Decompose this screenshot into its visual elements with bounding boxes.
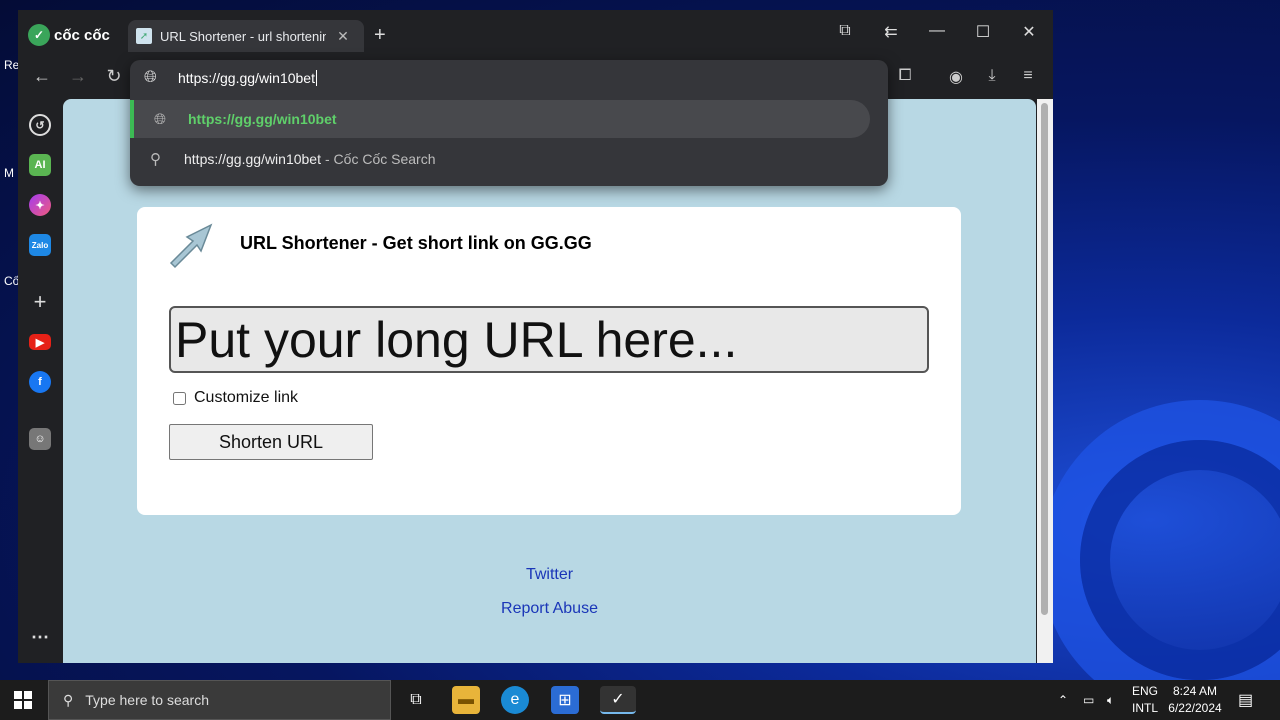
- report-abuse-link[interactable]: Report Abuse: [501, 600, 598, 617]
- arrow-logo-icon: [169, 223, 213, 269]
- suggestion-query: https://gg.gg/win10bet: [184, 151, 321, 167]
- more-icon[interactable]: ⋯: [29, 626, 51, 648]
- extensions-icon[interactable]: ⧠: [894, 67, 916, 85]
- language-code: ENG: [1131, 684, 1158, 698]
- volume-muted-icon[interactable]: 🔈︎: [1107, 680, 1114, 720]
- tab-title: URL Shortener - url shortening: [160, 28, 326, 44]
- keyboard-layout: INTL: [1131, 701, 1158, 715]
- history-icon[interactable]: ↺: [29, 114, 51, 136]
- scrollbar-thumb[interactable]: [1041, 103, 1048, 615]
- taskbar-search[interactable]: ⚲ Type here to search: [48, 680, 391, 720]
- clock[interactable]: 8:24 AM 6/22/2024: [1160, 683, 1230, 717]
- address-bar[interactable]: 🌐︎ https://gg.gg/win10bet: [130, 60, 888, 96]
- windows-logo-icon: [14, 691, 22, 699]
- show-hidden-icons[interactable]: ⌃: [1058, 680, 1068, 720]
- edge-icon[interactable]: e: [501, 686, 529, 714]
- taskbar-search-placeholder: Type here to search: [85, 692, 210, 708]
- taskbar: ⚲ Type here to search ⧉ ▬ e ⊞ ✓ ⌃ ▭ 🔈︎ E…: [0, 680, 1280, 720]
- omnibox-suggestion[interactable]: ⚲ https://gg.gg/win10bet - Cốc Cốc Searc…: [130, 140, 870, 178]
- language-indicator[interactable]: ENG INTL: [1128, 683, 1162, 717]
- suggestion-source: - Cốc Cốc Search: [325, 151, 436, 167]
- screen-capture-icon[interactable]: ⧉: [833, 22, 857, 40]
- clock-time: 8:24 AM: [1172, 684, 1218, 698]
- tab-search-icon[interactable]: ⇇: [879, 22, 903, 42]
- maximize-button[interactable]: ☐: [971, 22, 995, 42]
- ai-chat-icon[interactable]: AI: [29, 154, 51, 176]
- shortener-card: URL Shortener - Get short link on GG.GG …: [137, 207, 961, 515]
- store-icon[interactable]: ⊞: [551, 686, 579, 714]
- tab-active[interactable]: ➚ URL Shortener - url shortening ✕: [128, 20, 364, 52]
- tab-favicon-icon: ➚: [136, 28, 152, 44]
- profile-icon[interactable]: ◉: [945, 67, 967, 87]
- title-bar: ✓ cốc cốc ➚ URL Shortener - url shorteni…: [18, 10, 1053, 60]
- coccoc-logo-icon: ✓: [28, 24, 50, 46]
- globe-icon: 🌐︎: [154, 110, 167, 128]
- address-text[interactable]: https://gg.gg/win10bet: [178, 70, 317, 86]
- download-icon[interactable]: ⤓: [981, 67, 1003, 85]
- page-title: URL Shortener - Get short link on GG.GG: [240, 233, 592, 253]
- back-button[interactable]: ←: [30, 66, 54, 87]
- youtube-icon[interactable]: ▶: [29, 334, 51, 350]
- close-tab-icon[interactable]: ✕: [334, 28, 352, 45]
- search-icon: ⚲: [150, 151, 161, 168]
- clock-date: 6/22/2024: [1168, 701, 1222, 715]
- avatar-icon[interactable]: ☺: [29, 428, 51, 450]
- notification-icon[interactable]: ▤: [1238, 680, 1253, 720]
- add-icon[interactable]: +: [29, 289, 51, 314]
- suggestion-url: https://gg.gg/win10bet: [188, 111, 337, 127]
- windows-logo-icon: [14, 701, 22, 709]
- reload-button[interactable]: ↻: [102, 66, 126, 87]
- omnibox-dropdown: 🌐︎ https://gg.gg/win10bet 🌐︎ https://gg.…: [130, 60, 888, 186]
- browser-sidebar: ↺ AI ✦ Zalo + ▶ f ☺ ⋯: [18, 98, 62, 663]
- customize-link-label: Customize link: [194, 389, 299, 406]
- start-button[interactable]: [14, 691, 32, 709]
- page-scrollbar[interactable]: [1037, 99, 1053, 663]
- browser-window: ✓ cốc cốc ➚ URL Shortener - url shorteni…: [18, 10, 1053, 663]
- customize-link-checkbox[interactable]: [173, 391, 186, 405]
- twitter-link[interactable]: Twitter: [526, 566, 573, 583]
- globe-icon: 🌐︎: [144, 69, 157, 86]
- brand-name: cốc cốc: [54, 26, 110, 44]
- task-view-icon[interactable]: ⧉: [402, 686, 430, 714]
- browser-brand[interactable]: ✓ cốc cốc: [28, 24, 110, 46]
- file-explorer-icon[interactable]: ▬: [452, 686, 480, 714]
- omnibox-suggestion[interactable]: 🌐︎ https://gg.gg/win10bet: [130, 100, 870, 138]
- network-icon[interactable]: ▭: [1083, 680, 1094, 720]
- coccoc-taskbar-icon[interactable]: ✓: [600, 686, 636, 714]
- long-url-input[interactable]: [169, 306, 929, 373]
- windows-logo-icon: [24, 691, 32, 699]
- zalo-icon[interactable]: Zalo: [29, 234, 51, 256]
- messenger-icon[interactable]: ✦: [29, 194, 51, 216]
- forward-button[interactable]: →: [66, 66, 90, 87]
- minimize-button[interactable]: —: [925, 22, 949, 40]
- facebook-icon[interactable]: f: [29, 371, 51, 393]
- search-icon: ⚲: [63, 691, 74, 708]
- shorten-url-button[interactable]: Shorten URL: [169, 424, 373, 460]
- desktop-label: M: [4, 166, 14, 180]
- windows-logo-icon: [24, 701, 32, 709]
- close-window-button[interactable]: ✕: [1017, 22, 1041, 42]
- new-tab-button[interactable]: +: [374, 24, 386, 47]
- menu-icon[interactable]: ≡: [1017, 67, 1039, 85]
- customize-link-option[interactable]: Customize link: [173, 389, 298, 407]
